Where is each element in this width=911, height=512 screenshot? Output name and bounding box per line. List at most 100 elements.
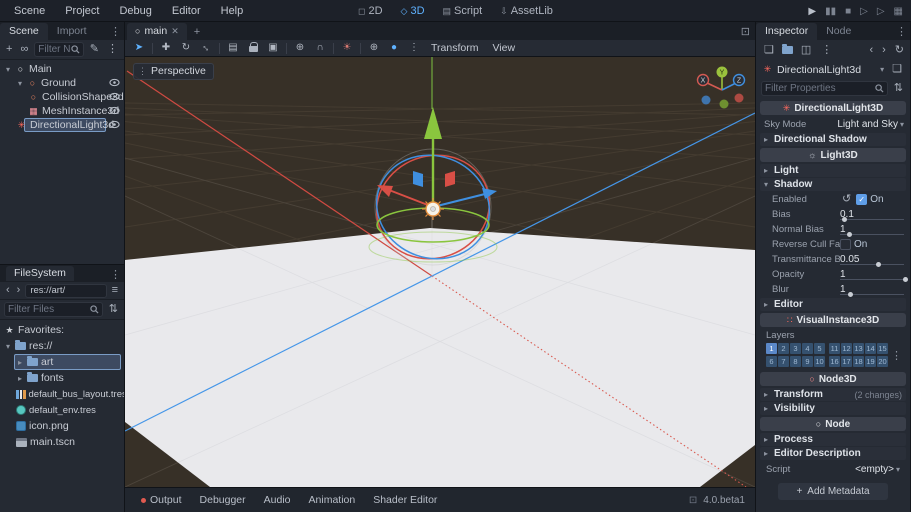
tab-import[interactable]: Import: [48, 23, 96, 40]
scene-tab-main[interactable]: ○ main ✕: [127, 23, 187, 40]
layer-cell[interactable]: 10: [814, 356, 825, 367]
close-icon[interactable]: ✕: [171, 26, 179, 37]
collapse-arrow-icon[interactable]: ▾: [4, 342, 12, 351]
expand-arrow-icon[interactable]: ▸: [16, 358, 24, 367]
tab-shader-editor[interactable]: Shader Editor: [365, 491, 445, 509]
file-item-main-tscn[interactable]: main.tscn: [0, 434, 124, 450]
workspace-tab-3d[interactable]: ◇ 3D: [395, 3, 431, 19]
neg-x-axis-ball[interactable]: [735, 94, 744, 103]
bias-slider[interactable]: 0.1: [840, 207, 906, 222]
distraction-free-icon[interactable]: ⊡: [741, 25, 750, 38]
layer-cell[interactable]: 18: [853, 356, 864, 367]
ground-plane-mesh[interactable]: [125, 228, 755, 487]
workspace-tab-assetlib[interactable]: ⇩ AssetLib: [494, 3, 559, 19]
tab-debugger[interactable]: Debugger: [192, 491, 254, 509]
section-editor[interactable]: ▸ Editor: [760, 298, 906, 311]
lock-button[interactable]: [244, 42, 262, 55]
layer-cell[interactable]: 17: [841, 356, 852, 367]
edited-node-selector[interactable]: ✳ DirectionalLight3d ▾ ❏: [756, 60, 910, 79]
split-mode-icon[interactable]: ≡: [110, 284, 120, 297]
layer-cell[interactable]: 14: [865, 343, 876, 354]
property-sort-icon[interactable]: ⇅: [892, 82, 905, 95]
normal-bias-slider[interactable]: 1: [840, 222, 906, 237]
tab-scene[interactable]: Scene: [0, 23, 48, 40]
workspace-tab-script[interactable]: ▤ Script: [437, 3, 489, 19]
filter-node-input[interactable]: [38, 44, 71, 55]
viewport-extra-menu-icon[interactable]: ⋮: [405, 43, 423, 53]
filter-files-input[interactable]: [8, 304, 90, 315]
preview-environment-button[interactable]: ●: [385, 43, 403, 53]
nav-back-icon[interactable]: ‹: [4, 284, 12, 297]
visibility-eye-icon[interactable]: [109, 120, 120, 132]
tree-node-main[interactable]: ▾ ○ Main: [0, 62, 124, 76]
menu-debug[interactable]: Debug: [111, 3, 159, 19]
visibility-eye-icon[interactable]: [109, 78, 120, 90]
view-menu[interactable]: View: [486, 42, 521, 54]
extra-resource-options-icon[interactable]: ❏: [890, 63, 904, 76]
camera-preview-button[interactable]: ⊕: [365, 43, 383, 53]
slider-handle[interactable]: [848, 292, 853, 297]
layer-cell[interactable]: 4: [802, 343, 813, 354]
collapse-arrow-icon[interactable]: ▾: [4, 65, 12, 74]
scale-mode-button[interactable]: ↔: [197, 43, 215, 53]
layer-cell[interactable]: 6: [766, 356, 777, 367]
pause-button[interactable]: ▮▮: [825, 6, 836, 17]
file-item-default-env[interactable]: default_env.tres: [0, 402, 124, 418]
layer-cell[interactable]: 13: [853, 343, 864, 354]
filesystem-menu-icon[interactable]: ⋮: [110, 268, 121, 281]
inspector-dock-menu-icon[interactable]: ⋮: [896, 25, 907, 38]
movie-maker-button[interactable]: ▦: [894, 6, 903, 17]
tree-node-collisionshape3d[interactable]: ○ CollisionShape3d: [0, 90, 124, 104]
group-button[interactable]: ▣: [264, 43, 282, 53]
res-root-item[interactable]: ▾ res://: [0, 338, 124, 354]
section-light[interactable]: ▸ Light: [760, 164, 906, 177]
section-transform[interactable]: ▸ Transform (2 changes): [760, 388, 906, 401]
file-sort-icon[interactable]: ⇅: [107, 303, 120, 316]
add-node-button[interactable]: +: [4, 43, 14, 56]
layer-cell[interactable]: 3: [790, 343, 801, 354]
section-shadow[interactable]: ▾ Shadow: [760, 178, 906, 191]
preview-sun-button[interactable]: ☀: [338, 43, 356, 53]
folder-item-art[interactable]: ▸ art: [0, 354, 124, 370]
resource-extra-menu-icon[interactable]: ⋮: [819, 44, 834, 57]
add-metadata-button[interactable]: + Add Metadata: [778, 483, 888, 500]
layer-cell[interactable]: 2: [778, 343, 789, 354]
tab-animation[interactable]: Animation: [301, 491, 364, 509]
folder-item-fonts[interactable]: ▸ fonts: [0, 370, 124, 386]
tab-node[interactable]: Node: [817, 23, 860, 40]
transform-menu[interactable]: Transform: [425, 42, 484, 54]
workspace-tab-2d[interactable]: ◻ 2D: [352, 3, 389, 19]
layer-cell[interactable]: 12: [841, 343, 852, 354]
layer-cell[interactable]: 11: [829, 343, 840, 354]
section-visibility[interactable]: ▸ Visibility: [760, 402, 906, 415]
attach-script-button[interactable]: ✎: [88, 43, 101, 56]
tab-audio[interactable]: Audio: [256, 491, 299, 509]
visibility-eye-icon[interactable]: [109, 106, 120, 118]
sky-mode-dropdown[interactable]: Light and Sky: [832, 119, 898, 130]
menu-scene[interactable]: Scene: [6, 3, 53, 19]
layers-menu-icon[interactable]: ⋮: [891, 349, 902, 362]
menu-editor[interactable]: Editor: [164, 3, 209, 19]
file-item-default-bus-layout[interactable]: default_bus_layout.tres: [0, 386, 124, 402]
menu-project[interactable]: Project: [57, 3, 107, 19]
shadow-enabled-checkbox[interactable]: ✓: [856, 194, 867, 205]
tree-node-meshinstance3d[interactable]: ▦ MeshInstance3d: [0, 104, 124, 118]
script-dropdown[interactable]: <empty>: [816, 464, 894, 475]
play-custom-scene-button[interactable]: ▷: [877, 6, 885, 17]
section-editor-description[interactable]: ▸ Editor Description: [760, 447, 906, 460]
revert-icon[interactable]: ↺: [840, 193, 853, 206]
visibility-eye-icon[interactable]: [109, 92, 120, 104]
layer-cell[interactable]: 9: [802, 356, 813, 367]
layer-cell[interactable]: 15: [877, 343, 888, 354]
rotate-mode-button[interactable]: ↻: [177, 43, 195, 53]
stop-button[interactable]: ■: [845, 6, 851, 17]
blur-slider[interactable]: 1: [840, 282, 906, 297]
snap-button[interactable]: ∩: [311, 43, 329, 53]
layer-cell[interactable]: 8: [790, 356, 801, 367]
section-directional-shadow[interactable]: ▸ Directional Shadow: [760, 133, 906, 146]
tree-node-ground[interactable]: ▾ ○ Ground: [0, 76, 124, 90]
layer-cell[interactable]: 19: [865, 356, 876, 367]
favorites-item[interactable]: ★ Favorites:: [0, 322, 124, 338]
reverse-cull-checkbox[interactable]: [840, 239, 851, 250]
select-mode-button[interactable]: ➤: [130, 43, 148, 53]
